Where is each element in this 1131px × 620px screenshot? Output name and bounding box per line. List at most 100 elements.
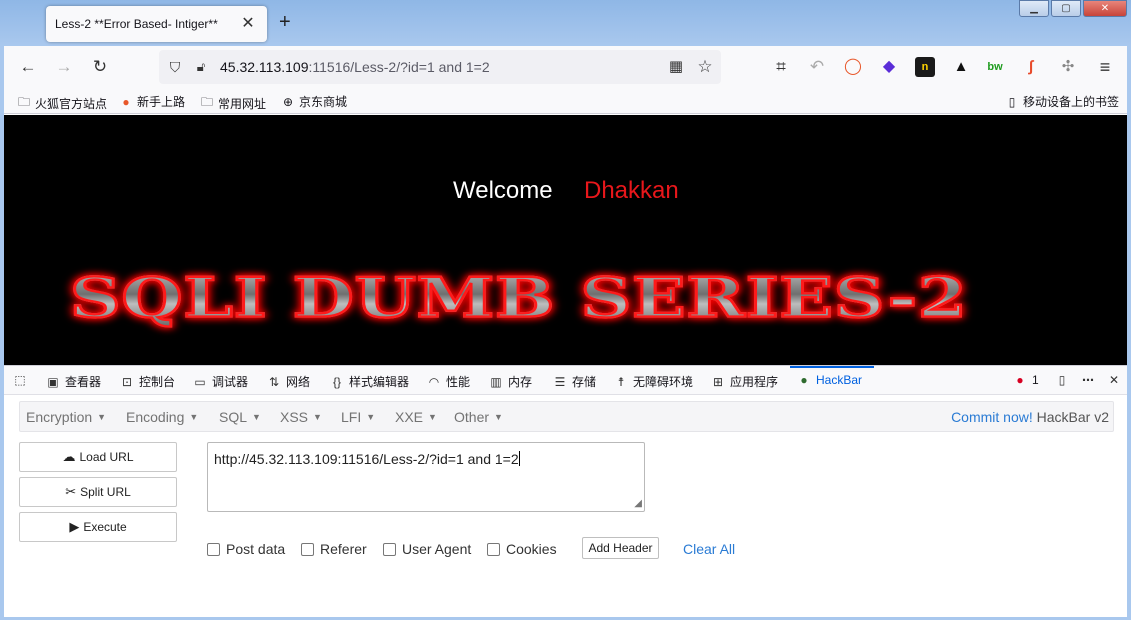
mobile-bookmarks-item[interactable]: ▯ 移动设备上的书签 xyxy=(1005,93,1119,110)
dock-toggle-icon[interactable]: ▯ xyxy=(1055,373,1069,387)
mobile-icon: ▯ xyxy=(1008,94,1016,109)
checkbox-box[interactable] xyxy=(301,542,314,556)
add-header-button[interactable]: Add Header xyxy=(582,537,659,559)
hackbar-version: HackBar v2 xyxy=(1036,409,1109,425)
network-icon: ⇅ xyxy=(268,374,280,389)
shield-icon[interactable]: ⛉ xyxy=(164,56,186,78)
url-text: 45.32.113.109:11516/Less-2/?id=1 and 1=2 xyxy=(220,59,490,75)
resize-grip-icon[interactable]: ◢ xyxy=(634,498,642,509)
execute-button[interactable]: ▶ Execute xyxy=(19,512,177,542)
minimize-button[interactable]: ▁ xyxy=(1019,0,1049,17)
forward-icon[interactable]: → xyxy=(53,56,75,78)
url-textarea[interactable]: http://45.32.113.109:11516/Less-2/?id=1 … xyxy=(207,442,645,512)
new-tab-button[interactable]: + xyxy=(279,12,291,32)
reload-icon[interactable]: ↻ xyxy=(89,56,111,78)
chevron-down-icon: ▼ xyxy=(428,412,437,422)
extensions-puzzle-icon[interactable]: ✣ xyxy=(1058,57,1078,77)
bookmark-item[interactable]: 🗀 火狐官方站点 xyxy=(17,93,107,114)
play-icon: ▶ xyxy=(69,519,80,534)
chip-icon: ▥ xyxy=(490,374,502,389)
menu-hamburger-icon[interactable]: ≡ xyxy=(1094,56,1116,78)
undo-icon[interactable]: ↶ xyxy=(806,56,828,78)
window-frame-left xyxy=(0,46,4,620)
split-url-button[interactable]: ✂ Split URL xyxy=(19,477,177,507)
error-icon: ● xyxy=(1016,373,1024,387)
text-cursor xyxy=(518,451,520,466)
screenshot-crop-icon[interactable]: ⌗ xyxy=(770,56,792,78)
clear-all-link[interactable]: Clear All xyxy=(683,541,735,557)
bookmark-item[interactable]: 🗀 常用网址 xyxy=(200,93,266,114)
menu-encryption[interactable]: Encryption ▼ xyxy=(26,409,106,425)
tab-style-editor[interactable]: {} 样式编辑器 xyxy=(330,373,409,390)
chevron-down-icon: ▼ xyxy=(97,412,107,422)
chevron-down-icon: ▼ xyxy=(252,412,261,422)
menu-encoding[interactable]: Encoding ▼ xyxy=(126,409,198,425)
cloud-download-icon: ☁ xyxy=(62,449,76,464)
element-picker-icon[interactable]: ⬚ xyxy=(13,373,27,387)
inspector-icon: ▣ xyxy=(47,374,59,389)
extension-fn-icon[interactable]: n xyxy=(915,57,935,77)
insecure-lock-icon[interactable]: 🔓︎ xyxy=(190,56,212,78)
accessibility-icon: ☨ xyxy=(617,374,625,389)
referer-checkbox[interactable]: Referer xyxy=(301,541,367,557)
user-agent-checkbox[interactable]: User Agent xyxy=(383,541,471,557)
close-tab-icon[interactable]: ✕ xyxy=(239,15,257,33)
menu-xss[interactable]: XSS ▼ xyxy=(280,409,322,425)
load-url-button[interactable]: ☁ Load URL xyxy=(19,442,177,472)
extension-wave-icon[interactable]: ∫ xyxy=(1021,57,1041,77)
braces-icon: {} xyxy=(332,374,341,389)
bookmark-item[interactable]: ● 新手上路 xyxy=(119,93,185,110)
tab-network[interactable]: ⇅ 网络 xyxy=(267,373,310,390)
menu-xxe[interactable]: XXE ▼ xyxy=(395,409,437,425)
sqli-banner: SQLI DUMB SERIES-2 xyxy=(69,264,969,331)
bookmark-star-icon[interactable]: ☆ xyxy=(694,56,716,78)
menu-sql[interactable]: SQL ▼ xyxy=(219,409,261,425)
active-tab-indicator xyxy=(790,366,874,368)
error-counter[interactable]: ● 1 xyxy=(1013,373,1038,387)
extension-cube-icon[interactable]: ◆ xyxy=(879,57,899,77)
tab-accessibility[interactable]: ☨ 无障碍环境 xyxy=(614,373,693,390)
menu-other[interactable]: Other ▼ xyxy=(454,409,503,425)
tab-performance[interactable]: ◠ 性能 xyxy=(427,373,470,390)
checkbox-box[interactable] xyxy=(383,542,396,556)
folder-icon: 🗀 xyxy=(200,95,213,109)
globe-icon: ⊕ xyxy=(282,94,294,109)
grid-icon: ⊞ xyxy=(712,374,724,389)
gauge-icon: ◠ xyxy=(428,374,440,389)
extension-ninja-icon[interactable]: ▲ xyxy=(951,57,971,77)
close-devtools-icon[interactable]: ✕ xyxy=(1107,373,1121,387)
tab-storage[interactable]: ☰ 存储 xyxy=(553,373,596,390)
tab-application[interactable]: ⊞ 应用程序 xyxy=(711,373,778,390)
bookmark-item[interactable]: ⊕ 京东商城 xyxy=(281,93,347,110)
hackbar-menu-bar: Encryption ▼ Encoding ▼ SQL ▼ XSS ▼ LFI ▼ XXE… xyxy=(19,401,1114,432)
maximize-button[interactable]: ▢ xyxy=(1051,0,1081,17)
commit-now-link[interactable]: Commit now! xyxy=(951,409,1033,425)
navigation-bar: ← → ↻ ⛉ 🔓︎ 45.32.113.109:11516/Less-2/?i… xyxy=(0,46,1131,88)
tab-console[interactable]: ⊡ 控制台 xyxy=(120,373,175,390)
storage-icon: ☰ xyxy=(554,374,566,389)
back-icon[interactable]: ← xyxy=(17,56,39,78)
checkbox-box[interactable] xyxy=(487,542,500,556)
tab-inspector[interactable]: ▣ 查看器 xyxy=(46,373,101,390)
checkbox-box[interactable] xyxy=(207,542,220,556)
more-options-icon[interactable]: ⋯ xyxy=(1081,373,1095,387)
tab-hackbar[interactable]: ● HackBar xyxy=(797,373,862,387)
devtools-toolbar: ⬚ ▣ 查看器 ⊡ 控制台 ▭ 调试器 ⇅ 网络 {} 样式编辑器 ◠ 性能 ▥ 内存 ☰ 存储… xyxy=(4,365,1127,395)
browser-tab[interactable]: Less-2 **Error Based- Intiger** ✕ xyxy=(46,6,267,42)
extension-bw-icon[interactable]: bw xyxy=(985,57,1005,77)
qr-code-icon[interactable]: ▦ xyxy=(665,56,687,78)
debugger-icon: ▭ xyxy=(194,374,206,389)
address-bar[interactable]: ⛉ 🔓︎ 45.32.113.109:11516/Less-2/?id=1 an… xyxy=(159,50,721,84)
chevron-down-icon: ▼ xyxy=(313,412,322,422)
cookies-checkbox[interactable]: Cookies xyxy=(487,541,557,557)
close-window-button[interactable]: ✕ xyxy=(1083,0,1127,17)
window-controls: ▁ ▢ ✕ xyxy=(1019,0,1127,17)
window-frame-right xyxy=(1127,46,1131,620)
extension-orange-ring-icon[interactable]: ◯ xyxy=(843,57,863,77)
tab-debugger[interactable]: ▭ 调试器 xyxy=(193,373,248,390)
tab-memory[interactable]: ▥ 内存 xyxy=(489,373,532,390)
menu-lfi[interactable]: LFI ▼ xyxy=(341,409,375,425)
post-data-checkbox[interactable]: Post data xyxy=(207,541,285,557)
chevron-down-icon: ▼ xyxy=(366,412,376,422)
title-bar: Less-2 **Error Based- Intiger** ✕ + ▁ ▢ … xyxy=(0,0,1131,46)
